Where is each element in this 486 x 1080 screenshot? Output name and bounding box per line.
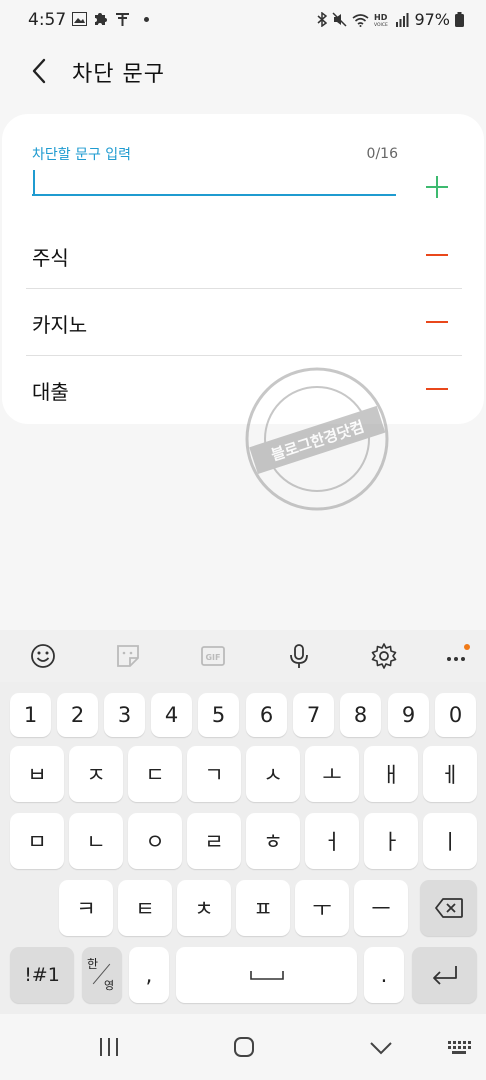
more-icon[interactable] bbox=[443, 642, 471, 670]
lang-key-korean: 한 bbox=[87, 957, 99, 971]
key-i[interactable]: ㅣ bbox=[423, 813, 477, 869]
remove-phrase-button[interactable] bbox=[426, 388, 448, 390]
text-caret bbox=[33, 170, 35, 194]
status-right-icons: HD VOICE 97% bbox=[317, 10, 464, 29]
key-kieuk[interactable]: ㅋ bbox=[59, 880, 113, 936]
gallery-icon bbox=[72, 12, 87, 26]
key-ae[interactable]: ㅐ bbox=[364, 746, 418, 802]
key-digeut[interactable]: ㄷ bbox=[128, 746, 182, 802]
hd-voice-icon: HDVOICE bbox=[374, 13, 388, 27]
navigation-bar bbox=[0, 1014, 486, 1080]
key-1[interactable]: 1 bbox=[10, 693, 51, 737]
add-phrase-button[interactable] bbox=[424, 174, 450, 200]
key-3[interactable]: 3 bbox=[104, 693, 145, 737]
remove-phrase-button[interactable] bbox=[426, 254, 448, 256]
signal-icon bbox=[396, 12, 409, 27]
remove-phrase-button[interactable] bbox=[426, 321, 448, 323]
key-ieung[interactable]: ㅇ bbox=[128, 813, 182, 869]
enter-key[interactable] bbox=[412, 947, 477, 1003]
input-label: 차단할 문구 입력 bbox=[32, 147, 132, 163]
key-e[interactable]: ㅔ bbox=[423, 746, 477, 802]
mute-icon bbox=[332, 12, 347, 27]
key-a[interactable]: ㅏ bbox=[364, 813, 418, 869]
key-4[interactable]: 4 bbox=[151, 693, 192, 737]
list-item: 카지노 bbox=[26, 289, 462, 356]
char-counter: 0/16 bbox=[366, 146, 398, 162]
battery-percent: 97% bbox=[414, 10, 450, 29]
chevron-down-icon[interactable] bbox=[369, 1040, 393, 1056]
backspace-icon bbox=[434, 898, 463, 918]
recent-apps-icon[interactable] bbox=[98, 1036, 120, 1058]
keyboard: 1 2 3 4 5 6 7 8 9 0 ㅂ ㅈ ㄷ ㄱ ㅅ ㅗ ㅐ ㅔ ㅁ ㄴ … bbox=[0, 682, 486, 1014]
back-button[interactable] bbox=[26, 54, 56, 88]
key-pieup[interactable]: ㅍ bbox=[236, 880, 290, 936]
key-chieut[interactable]: ㅊ bbox=[177, 880, 231, 936]
language-key[interactable]: 한 영 bbox=[82, 947, 122, 1003]
battery-icon bbox=[455, 12, 464, 27]
symbols-key[interactable]: !#1 bbox=[10, 947, 74, 1003]
status-dot bbox=[144, 16, 149, 22]
back-arrow-icon bbox=[32, 58, 46, 84]
keyboard-toolbar: GIF bbox=[0, 630, 486, 682]
plus-icon bbox=[426, 176, 448, 198]
phrase-input-area: 차단할 문구 입력 0/16 bbox=[32, 144, 398, 200]
key-eo[interactable]: ㅓ bbox=[305, 813, 359, 869]
key-9[interactable]: 9 bbox=[388, 693, 429, 737]
space-icon bbox=[249, 971, 284, 980]
puzzle-icon bbox=[95, 13, 107, 25]
screen: 4:57 HD VOICE 97% 차단 문구 차단할 문구 입력 0/16 주… bbox=[0, 0, 486, 1080]
key-u[interactable]: ㅜ bbox=[295, 880, 349, 936]
key-6[interactable]: 6 bbox=[246, 693, 287, 737]
enter-icon bbox=[432, 966, 457, 985]
svg-text:VOICE: VOICE bbox=[374, 22, 388, 27]
key-bieup[interactable]: ㅂ bbox=[10, 746, 64, 802]
wifi-icon bbox=[352, 13, 369, 27]
key-jieut[interactable]: ㅈ bbox=[69, 746, 123, 802]
phrase-label: 카지노 bbox=[32, 313, 88, 337]
gif-icon[interactable]: GIF bbox=[199, 642, 227, 670]
keyboard-switch-icon[interactable] bbox=[447, 1040, 471, 1056]
key-mieum[interactable]: ㅁ bbox=[10, 813, 64, 869]
lang-key-english: 영 bbox=[104, 979, 115, 992]
list-item: 주식 bbox=[26, 222, 462, 289]
emoji-icon[interactable] bbox=[29, 642, 57, 670]
svg-text:HD: HD bbox=[374, 13, 388, 22]
status-bar: 4:57 HD VOICE 97% bbox=[0, 0, 486, 40]
page-title: 차단 문구 bbox=[72, 62, 165, 87]
key-giyeok[interactable]: ㄱ bbox=[187, 746, 241, 802]
phrase-input[interactable] bbox=[32, 166, 396, 196]
watermark-stamp: 블로그한경닷컴 bbox=[245, 367, 389, 511]
key-o-vowel[interactable]: ㅗ bbox=[305, 746, 359, 802]
bluetooth-icon bbox=[317, 12, 328, 27]
key-rieul[interactable]: ㄹ bbox=[187, 813, 241, 869]
settings-icon[interactable] bbox=[370, 642, 398, 670]
backspace-key[interactable] bbox=[420, 880, 477, 936]
sticker-icon[interactable] bbox=[114, 642, 142, 670]
mic-icon[interactable] bbox=[285, 642, 313, 670]
header: 차단 문구 bbox=[0, 48, 486, 92]
key-0[interactable]: 0 bbox=[435, 693, 476, 737]
phrase-label: 대출 bbox=[32, 380, 69, 404]
key-tieut[interactable]: ㅌ bbox=[118, 880, 172, 936]
svg-text:GIF: GIF bbox=[205, 653, 220, 662]
key-8[interactable]: 8 bbox=[340, 693, 381, 737]
notification-icons bbox=[72, 11, 149, 27]
key-eu[interactable]: ㅡ bbox=[354, 880, 408, 936]
space-key[interactable] bbox=[176, 947, 357, 1003]
t-icon bbox=[116, 13, 129, 26]
comma-key[interactable]: , bbox=[129, 947, 169, 1003]
key-siot[interactable]: ㅅ bbox=[246, 746, 300, 802]
key-7[interactable]: 7 bbox=[293, 693, 334, 737]
key-nieun[interactable]: ㄴ bbox=[69, 813, 123, 869]
status-time: 4:57 bbox=[28, 10, 67, 30]
key-5[interactable]: 5 bbox=[198, 693, 239, 737]
period-key[interactable]: . bbox=[364, 947, 404, 1003]
phrase-label: 주식 bbox=[32, 246, 69, 270]
key-2[interactable]: 2 bbox=[57, 693, 98, 737]
key-hieut[interactable]: ㅎ bbox=[246, 813, 300, 869]
home-icon[interactable] bbox=[233, 1036, 255, 1058]
